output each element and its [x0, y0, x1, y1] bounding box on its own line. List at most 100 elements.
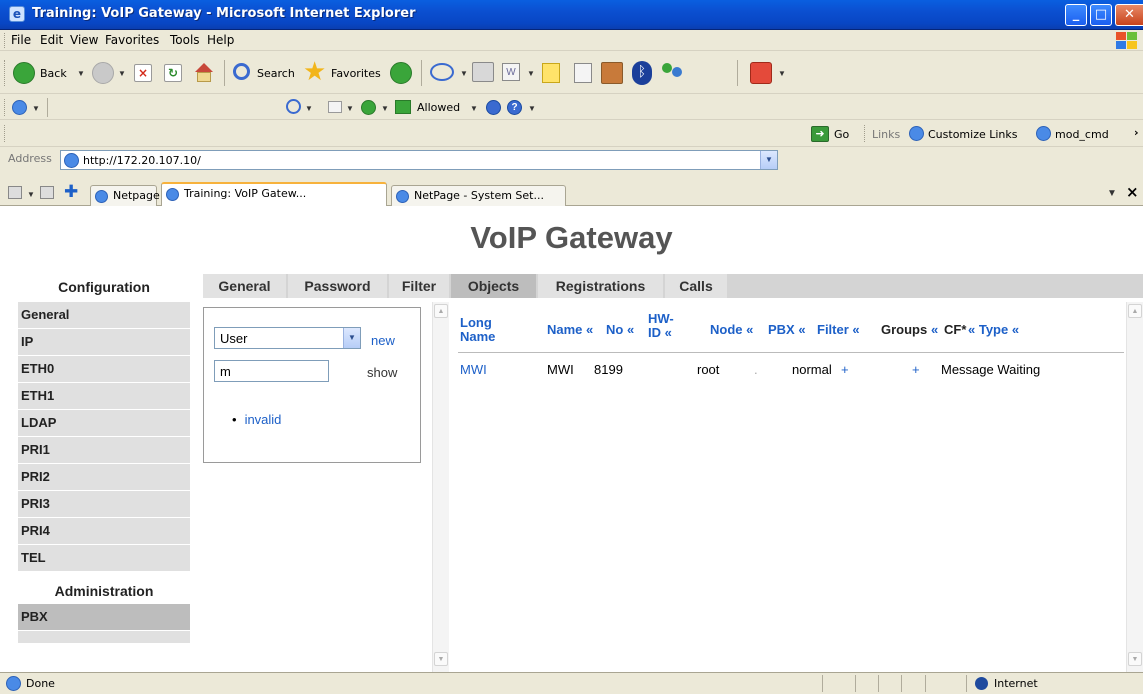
- invalid-link[interactable]: invalid: [245, 412, 282, 427]
- acrobat-icon[interactable]: [750, 62, 772, 84]
- window-titlebar[interactable]: e Training: VoIP Gateway - Microsoft Int…: [0, 0, 1143, 30]
- quick-tabs-icon[interactable]: [8, 186, 22, 199]
- menu-tools[interactable]: Tools: [170, 33, 200, 47]
- filter-panel-scrollbar[interactable]: ▲ ▼: [432, 302, 449, 672]
- popup-allowed-label[interactable]: Allowed: [417, 101, 460, 114]
- list-item[interactable]: • invalid: [232, 412, 281, 427]
- scroll-down-icon[interactable]: ▼: [434, 652, 448, 666]
- add-dropdown-icon[interactable]: ▼: [381, 104, 389, 113]
- sidebar-item-pri4[interactable]: PRI4: [18, 518, 190, 544]
- address-dropdown-icon[interactable]: ▼: [760, 151, 777, 169]
- go-arrow-icon[interactable]: ➜: [811, 126, 829, 142]
- scroll-up-icon[interactable]: ▲: [1128, 304, 1142, 318]
- header-node[interactable]: Node «: [710, 323, 753, 337]
- help-icon[interactable]: ?: [507, 100, 522, 115]
- link-mod-cmd[interactable]: mod_cmd: [1055, 128, 1109, 141]
- address-url[interactable]: http://172.20.107.10/: [83, 154, 201, 167]
- header-type[interactable]: « Type «: [968, 323, 1019, 337]
- quick-tabs-dropdown-icon[interactable]: ▼: [27, 190, 35, 199]
- home-icon[interactable]: [193, 63, 215, 83]
- header-groups-sort[interactable]: «: [931, 323, 938, 337]
- cell-cf-add[interactable]: +: [912, 362, 920, 377]
- tab-objects[interactable]: Objects: [451, 274, 536, 298]
- browser-tab-training[interactable]: Training: VoIP Gatew...: [161, 182, 387, 207]
- edit-dropdown-icon[interactable]: ▼: [527, 69, 535, 78]
- sidebar-item-eth0[interactable]: ETH0: [18, 356, 190, 382]
- search-go-icon[interactable]: [286, 99, 301, 114]
- go-button[interactable]: Go: [834, 128, 849, 141]
- research-icon[interactable]: [574, 63, 592, 83]
- favorites-star-icon[interactable]: ★: [303, 59, 329, 86]
- header-pbx[interactable]: PBX «: [768, 323, 806, 337]
- filter-text-input[interactable]: m: [214, 360, 329, 382]
- forward-dropdown-icon[interactable]: ▼: [118, 69, 126, 78]
- sidebar-item-ldap[interactable]: LDAP: [18, 410, 190, 436]
- search-label[interactable]: Search: [257, 67, 295, 80]
- tab-list-icon[interactable]: [40, 186, 54, 199]
- bluetooth-icon[interactable]: ᛒ: [632, 61, 652, 85]
- sidebar-item-general[interactable]: General: [18, 302, 190, 328]
- help-dropdown-icon[interactable]: ▼: [528, 104, 536, 113]
- header-long-name[interactable]: Long Name: [460, 316, 495, 344]
- highlight-dropdown-icon[interactable]: ▼: [346, 104, 354, 113]
- menu-view[interactable]: View: [70, 33, 98, 47]
- cell-long-name[interactable]: MWI: [460, 362, 487, 377]
- back-icon[interactable]: [13, 62, 35, 84]
- address-field[interactable]: http://172.20.107.10/ ▼: [60, 150, 778, 170]
- add-favorite-icon[interactable]: ✚: [64, 182, 78, 202]
- links-label[interactable]: Links: [872, 128, 900, 141]
- page-scrollbar[interactable]: ▲ ▼: [1126, 302, 1143, 672]
- history-icon[interactable]: [390, 62, 412, 84]
- tab-calls[interactable]: Calls: [665, 274, 727, 298]
- new-link[interactable]: new: [371, 333, 395, 348]
- acrobat-dropdown-icon[interactable]: ▼: [778, 69, 786, 78]
- header-hw-id[interactable]: HW- ID «: [648, 312, 674, 340]
- search-icon[interactable]: [233, 63, 250, 80]
- sidebar-item-pbx[interactable]: PBX: [18, 604, 190, 630]
- tab-menu-dropdown-icon[interactable]: ▼: [1107, 188, 1117, 199]
- toolbar-info-icon[interactable]: [486, 100, 501, 115]
- show-link[interactable]: show: [367, 365, 397, 380]
- cell-groups-add[interactable]: +: [841, 362, 849, 377]
- back-dropdown-icon[interactable]: ▼: [77, 69, 85, 78]
- object-type-select[interactable]: User ▼: [214, 327, 361, 349]
- menu-help[interactable]: Help: [207, 33, 234, 47]
- highlight-icon[interactable]: [328, 101, 342, 113]
- popup-allowed-icon[interactable]: [395, 100, 411, 114]
- header-name[interactable]: Name «: [547, 323, 593, 337]
- scroll-up-icon[interactable]: ▲: [434, 304, 448, 318]
- menu-favorites[interactable]: Favorites: [105, 33, 159, 47]
- menu-edit[interactable]: Edit: [40, 33, 63, 47]
- notes-icon[interactable]: [542, 63, 560, 83]
- minimize-button[interactable]: _: [1065, 4, 1087, 26]
- mail-dropdown-icon[interactable]: ▼: [460, 69, 468, 78]
- messenger-icon[interactable]: [601, 62, 623, 84]
- tab-password[interactable]: Password: [288, 274, 387, 298]
- sidebar-item-ip[interactable]: IP: [18, 329, 190, 355]
- sidebar-item-pri1[interactable]: PRI1: [18, 437, 190, 463]
- sidebar-item-eth1[interactable]: ETH1: [18, 383, 190, 409]
- browser-tab-netpage[interactable]: Netpage: [90, 185, 160, 206]
- menu-file[interactable]: File: [11, 33, 31, 47]
- close-button[interactable]: ✕: [1115, 4, 1143, 26]
- search-go-dropdown-icon[interactable]: ▼: [305, 104, 313, 113]
- tab-filter[interactable]: Filter: [389, 274, 449, 298]
- maximize-button[interactable]: □: [1090, 4, 1112, 26]
- print-icon[interactable]: [472, 62, 494, 82]
- edit-word-icon[interactable]: W: [502, 63, 520, 81]
- allowed-dropdown-icon[interactable]: ▼: [470, 104, 478, 113]
- search-provider-icon[interactable]: [12, 100, 27, 115]
- stop-icon[interactable]: ×: [134, 64, 152, 82]
- header-no[interactable]: No «: [606, 323, 634, 337]
- refresh-icon[interactable]: ↻: [164, 64, 182, 82]
- link-customize[interactable]: Customize Links: [928, 128, 1018, 141]
- header-filter[interactable]: Filter «: [817, 323, 860, 337]
- chevron-down-icon[interactable]: ▼: [343, 328, 360, 348]
- search-provider-dropdown-icon[interactable]: ▼: [32, 104, 40, 113]
- back-label[interactable]: Back: [40, 67, 67, 80]
- contacts-icon[interactable]: [660, 63, 686, 83]
- close-tab-icon[interactable]: ×: [1126, 183, 1139, 201]
- forward-icon[interactable]: [92, 62, 114, 84]
- tab-general[interactable]: General: [203, 274, 286, 298]
- mail-icon[interactable]: [430, 63, 454, 81]
